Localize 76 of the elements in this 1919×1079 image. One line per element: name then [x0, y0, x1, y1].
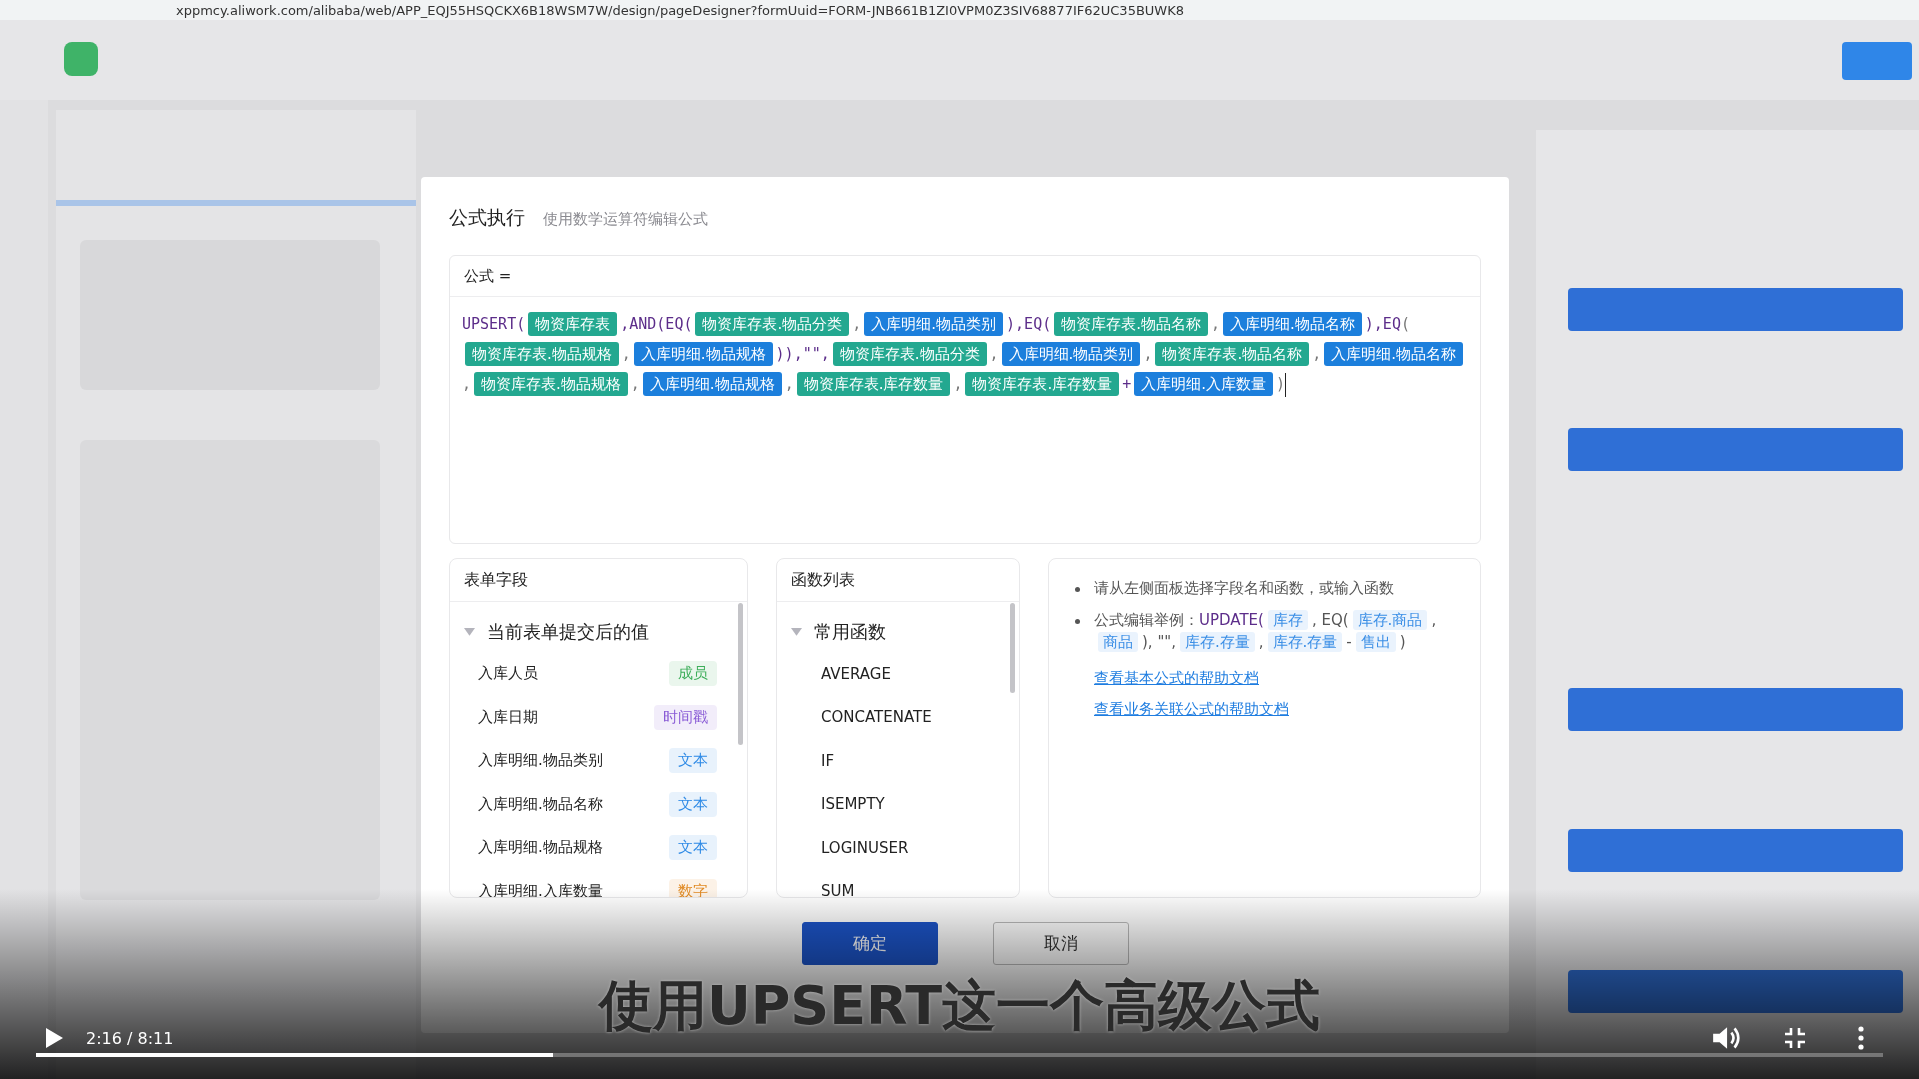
- formula-code: ),EQ(: [1006, 315, 1052, 333]
- dialog-subtitle: 使用数学运算符编辑公式: [543, 210, 708, 229]
- field-item[interactable]: 入库日期: [478, 707, 538, 727]
- confirm-button[interactable]: 确定: [801, 922, 938, 965]
- type-tag: 时间戳: [654, 704, 717, 730]
- formula-code: ),EQ: [1364, 315, 1401, 333]
- video-time: 2:16 / 8:11: [86, 1028, 174, 1048]
- formula-punctuation: ,: [1312, 345, 1322, 363]
- volume-icon[interactable]: [1711, 1025, 1741, 1051]
- formula-punctuation: ,: [784, 375, 794, 393]
- formula-punctuation: ,: [1143, 345, 1153, 363]
- help-text: 公式编辑举例：UPDATE( 库存 , EQ( 库存.商品 , 商品 ), "", 库存.存量 , 库存.存量 - 售出 ): [1094, 609, 1438, 653]
- table-token: 物资库存表.物品分类: [695, 312, 850, 336]
- formula-code: UPSERT(: [462, 315, 526, 333]
- type-tag: 文本: [669, 835, 717, 861]
- dialog-title: 公式执行: [449, 205, 525, 230]
- field-token: 入库明细.物品名称: [1223, 312, 1362, 336]
- field-token: 入库明细.入库数量: [1134, 372, 1274, 396]
- table-token: 物资库存表.库存数量: [965, 372, 1120, 396]
- bullet-icon: [1075, 587, 1080, 592]
- table-token: 物资库存表.物品分类: [832, 342, 987, 366]
- bullet-icon: [1075, 619, 1080, 624]
- help-text: 请从左侧面板选择字段名和函数，或输入函数: [1094, 578, 1394, 599]
- field-item[interactable]: 入库明细.物品名称: [478, 794, 603, 814]
- field-token: 入库明细.物品规格: [642, 372, 782, 396]
- progress-bar[interactable]: [36, 1053, 1883, 1057]
- cancel-button[interactable]: 取消: [992, 922, 1129, 965]
- field-token: 入库明细.物品规格: [633, 342, 773, 366]
- table-token: 物资库存表.物品规格: [465, 342, 619, 366]
- exit-fullscreen-icon[interactable]: [1783, 1026, 1807, 1050]
- table-token: 物资库存表.物品名称: [1054, 312, 1208, 336]
- field-item[interactable]: 入库人员: [478, 664, 538, 684]
- help-link[interactable]: 查看基本公式的帮助文档: [1094, 669, 1454, 688]
- table-token: 物资库存表.库存数量: [796, 372, 951, 396]
- formula-code: +: [1122, 375, 1132, 393]
- group-label[interactable]: 当前表单提交后的值: [487, 620, 649, 644]
- formula-punctuation: (: [1400, 315, 1410, 333]
- more-icon[interactable]: [1857, 1026, 1865, 1050]
- field-token: 入库明细.物品类别: [864, 312, 1004, 336]
- type-tag: 成员: [669, 661, 717, 687]
- function-item[interactable]: IF: [821, 751, 835, 770]
- scrollbar-thumb[interactable]: [738, 603, 743, 745]
- type-tag: 文本: [669, 748, 717, 774]
- formula-punctuation: ,: [1211, 315, 1221, 333]
- function-item[interactable]: CONCATENATE: [821, 708, 932, 727]
- function-item[interactable]: AVERAGE: [821, 664, 891, 683]
- text-cursor: [1285, 372, 1287, 397]
- help-link[interactable]: 查看业务关联公式的帮助文档: [1094, 700, 1454, 719]
- field-item[interactable]: 入库明细.物品类别: [478, 751, 603, 771]
- formula-punctuation: ,: [621, 345, 631, 363]
- table-token: 物资库存表.物品规格: [474, 372, 628, 396]
- formula-punctuation: ,: [953, 375, 963, 393]
- function-item[interactable]: SUM: [821, 882, 855, 897]
- formula-punctuation: ,: [630, 375, 640, 393]
- play-icon[interactable]: [44, 1027, 64, 1049]
- scrollbar-thumb[interactable]: [1010, 603, 1015, 693]
- formula-punctuation: ,: [989, 345, 999, 363]
- formula-punctuation: ,: [852, 315, 862, 333]
- formula-punctuation: ,: [462, 375, 472, 393]
- group-label[interactable]: 常用函数: [814, 620, 886, 644]
- formula-punctuation: ): [1276, 375, 1286, 393]
- field-item[interactable]: 入库明细.物品规格: [478, 838, 603, 858]
- function-item[interactable]: ISEMPTY: [821, 795, 885, 814]
- panel-title: 函数列表: [791, 569, 855, 591]
- panel-title: 表单字段: [464, 569, 528, 591]
- video-subtitle: 使用UPSERT这一个高级公式: [598, 973, 1321, 1039]
- formula-label: 公式 =: [464, 266, 512, 286]
- table-token: 物资库存表.物品名称: [1155, 342, 1310, 366]
- type-tag: 文本: [669, 791, 717, 817]
- formula-code: ,AND(EQ(: [620, 315, 693, 333]
- formula-code: )),"",: [775, 345, 830, 363]
- field-token: 入库明细.物品名称: [1324, 342, 1463, 366]
- table-token: 物资库存表: [528, 312, 618, 336]
- function-item[interactable]: LOGINUSER: [821, 838, 909, 857]
- formula-editor[interactable]: [449, 255, 1481, 544]
- field-token: 入库明细.物品类别: [1001, 342, 1141, 366]
